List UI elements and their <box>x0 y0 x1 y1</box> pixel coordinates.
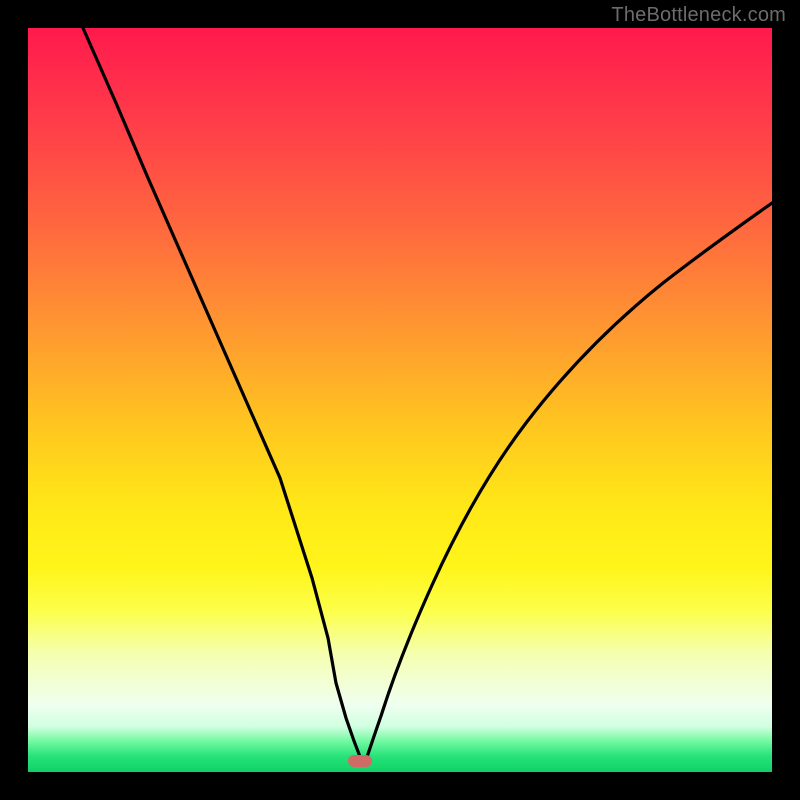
curve-left-branch <box>83 28 361 760</box>
minimum-marker <box>348 755 372 767</box>
curve-right-branch <box>366 203 772 760</box>
plot-frame <box>28 28 772 772</box>
bottleneck-curve <box>28 28 772 772</box>
watermark-text: TheBottleneck.com <box>611 4 786 27</box>
